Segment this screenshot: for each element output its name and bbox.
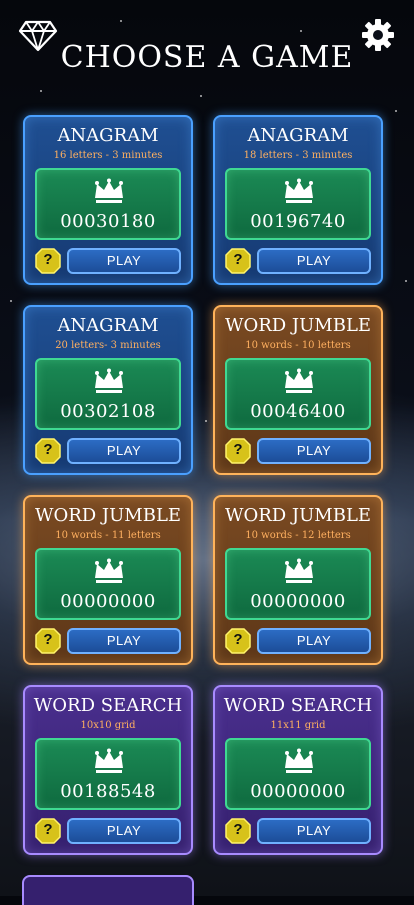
play-button[interactable]: PLAY — [67, 438, 181, 464]
card-subtitle: 11x11 grid — [270, 720, 326, 731]
high-score: 00302108 — [60, 401, 156, 422]
card-title: ANAGRAM — [247, 125, 349, 146]
score-panel: 00000000 — [225, 738, 371, 810]
card-title: ANAGRAM — [57, 315, 159, 336]
high-score: 00188548 — [60, 781, 156, 802]
crown-icon — [285, 368, 313, 393]
game-card-anagram-16: ANAGRAM 16 letters - 3 minutes 00030180 … — [23, 115, 193, 285]
help-button[interactable]: ? — [225, 438, 251, 464]
help-button[interactable]: ? — [35, 818, 61, 844]
help-label: ? — [43, 251, 53, 268]
help-button[interactable]: ? — [225, 248, 251, 274]
high-score: 00046400 — [250, 401, 346, 422]
high-score: 00000000 — [250, 781, 346, 802]
game-card-word-jumble-11: WORD JUMBLE 10 words - 11 letters 000000… — [23, 495, 193, 665]
game-card-word-search-10x10: WORD SEARCH 10x10 grid 00188548 ? PLAY — [23, 685, 193, 855]
card-subtitle: 10 words - 10 letters — [245, 340, 351, 351]
crown-icon — [95, 558, 123, 583]
card-title: WORD SEARCH — [33, 695, 183, 716]
card-title: WORD JUMBLE — [34, 505, 182, 526]
help-label: ? — [233, 631, 243, 648]
score-panel: 00302108 — [35, 358, 181, 430]
score-panel: 00000000 — [35, 548, 181, 620]
gear-icon[interactable] — [360, 17, 396, 53]
game-card-word-jumble-12: WORD JUMBLE 10 words - 12 letters 000000… — [213, 495, 383, 665]
help-label: ? — [43, 441, 53, 458]
game-card-anagram-18: ANAGRAM 18 letters - 3 minutes 00196740 … — [213, 115, 383, 285]
crown-icon — [95, 178, 123, 203]
play-button[interactable]: PLAY — [67, 818, 181, 844]
card-title: WORD SEARCH — [223, 695, 373, 716]
play-button[interactable]: PLAY — [257, 818, 371, 844]
play-button[interactable]: PLAY — [257, 248, 371, 274]
card-subtitle: 10 words - 11 letters — [55, 530, 161, 541]
card-subtitle: 20 letters- 3 minutes — [55, 340, 161, 351]
score-panel: 00046400 — [225, 358, 371, 430]
card-subtitle: 10 words - 12 letters — [245, 530, 351, 541]
help-label: ? — [43, 631, 53, 648]
card-subtitle: 18 letters - 3 minutes — [243, 150, 353, 161]
game-card-word-search-11x11: WORD SEARCH 11x11 grid 00000000 ? PLAY — [213, 685, 383, 855]
card-title: ANAGRAM — [57, 125, 159, 146]
help-button[interactable]: ? — [35, 628, 61, 654]
crown-icon — [285, 178, 313, 203]
crown-icon — [95, 368, 123, 393]
card-title: WORD JUMBLE — [224, 505, 372, 526]
game-card-anagram-20: ANAGRAM 20 letters- 3 minutes 00302108 ?… — [23, 305, 193, 475]
header: CHOOSE A GAME — [0, 0, 414, 105]
next-card-partial — [22, 875, 194, 905]
play-button[interactable]: PLAY — [67, 628, 181, 654]
help-label: ? — [233, 821, 243, 838]
score-panel: 00000000 — [225, 548, 371, 620]
high-score: 00030180 — [60, 211, 156, 232]
help-button[interactable]: ? — [35, 248, 61, 274]
help-button[interactable]: ? — [225, 628, 251, 654]
crown-icon — [95, 748, 123, 773]
help-button[interactable]: ? — [35, 438, 61, 464]
play-button[interactable]: PLAY — [257, 628, 371, 654]
help-label: ? — [233, 251, 243, 268]
card-title: WORD JUMBLE — [224, 315, 372, 336]
help-label: ? — [43, 821, 53, 838]
card-subtitle: 10x10 grid — [80, 720, 136, 731]
high-score: 00196740 — [250, 211, 346, 232]
help-button[interactable]: ? — [225, 818, 251, 844]
card-subtitle: 16 letters - 3 minutes — [53, 150, 163, 161]
high-score: 00000000 — [250, 591, 346, 612]
play-button[interactable]: PLAY — [257, 438, 371, 464]
crown-icon — [285, 748, 313, 773]
score-panel: 00196740 — [225, 168, 371, 240]
crown-icon — [285, 558, 313, 583]
help-label: ? — [233, 441, 243, 458]
play-button[interactable]: PLAY — [67, 248, 181, 274]
page-title: CHOOSE A GAME — [60, 40, 354, 75]
score-panel: 00188548 — [35, 738, 181, 810]
high-score: 00000000 — [60, 591, 156, 612]
score-panel: 00030180 — [35, 168, 181, 240]
game-card-word-jumble-10: WORD JUMBLE 10 words - 10 letters 000464… — [213, 305, 383, 475]
